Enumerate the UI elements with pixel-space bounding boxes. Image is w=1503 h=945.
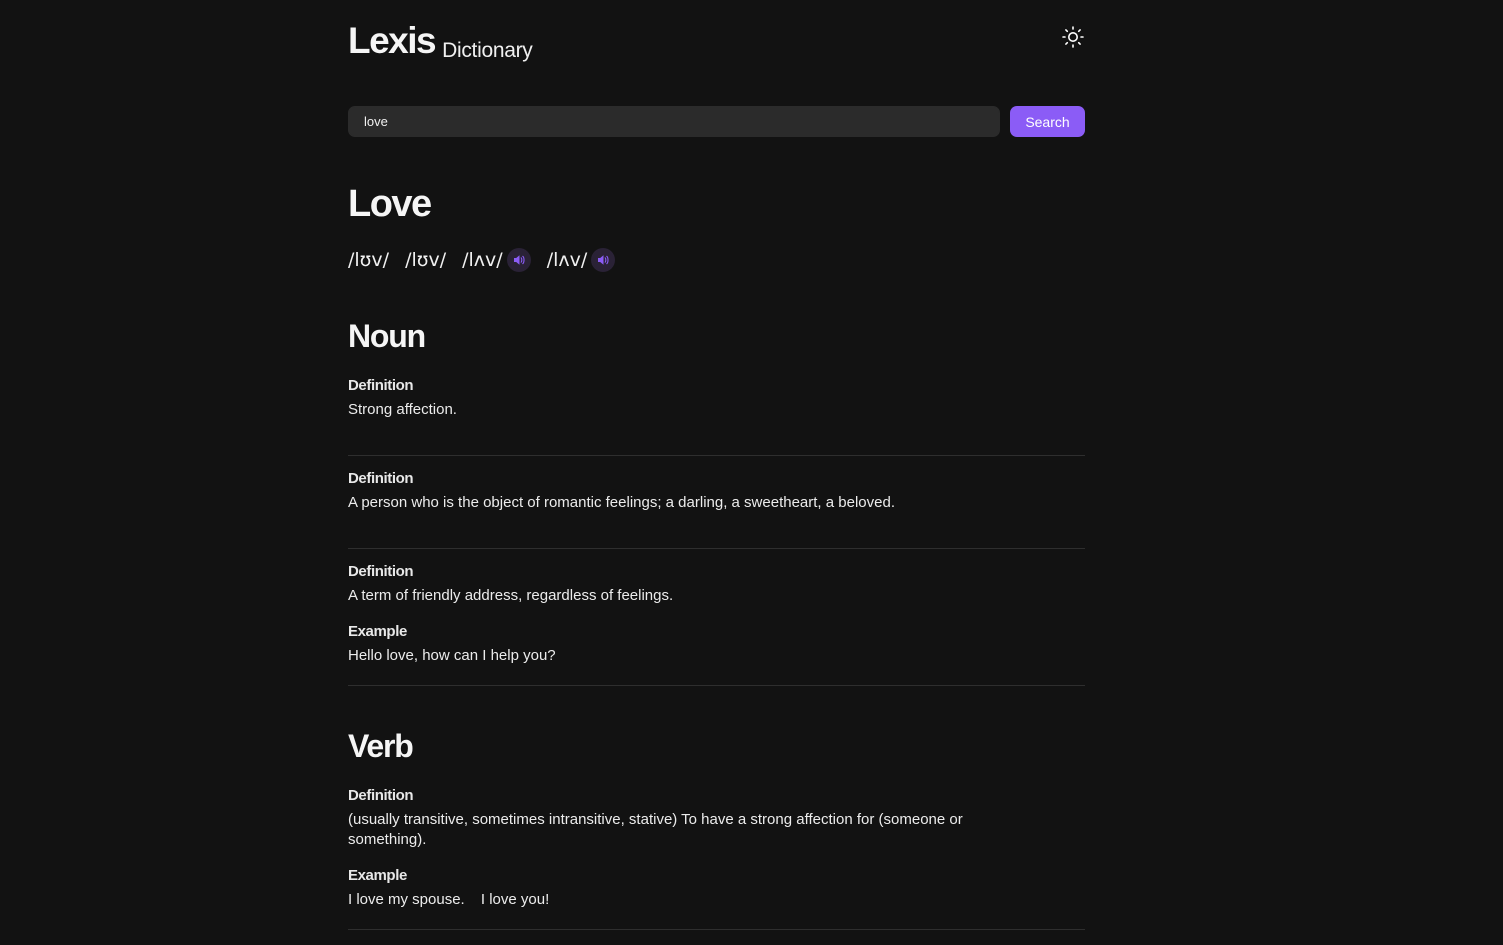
speaker-icon bbox=[598, 255, 609, 265]
speaker-icon bbox=[513, 255, 525, 265]
example-text: I love my spouse. I love you! bbox=[348, 890, 1008, 910]
definition-text: Strong affection. bbox=[348, 401, 457, 418]
play-audio-button[interactable] bbox=[591, 248, 616, 272]
phonetic-text: /lʌv/ bbox=[462, 249, 503, 271]
definition-text: A person who is the object of romantic f… bbox=[348, 494, 895, 511]
example-label: Example bbox=[348, 867, 407, 884]
definition-block: Definition Strong affection. bbox=[348, 376, 1085, 456]
app-subtitle: Dictionary bbox=[442, 39, 533, 62]
example-text: Hello love, how can I help you? bbox=[348, 647, 556, 664]
definition-label: Definition bbox=[348, 563, 414, 580]
phonetic-text: /lʊv/ bbox=[348, 249, 390, 271]
app-title: Lexis bbox=[348, 20, 437, 61]
dictionary-page: Lexis Dictionary Search Love /lʊv/ bbox=[348, 0, 1085, 930]
search-input[interactable] bbox=[348, 106, 1000, 137]
word-title: Love bbox=[348, 183, 432, 225]
part-of-speech-heading: Verb bbox=[348, 728, 414, 764]
definition-label: Definition bbox=[348, 377, 414, 394]
header: Lexis Dictionary bbox=[348, 0, 1085, 100]
part-of-speech-heading: Noun bbox=[348, 318, 426, 354]
definition-block: Definition A term of friendly address, r… bbox=[348, 562, 1085, 686]
definition-text: (usually transitive, sometimes intransit… bbox=[348, 811, 963, 848]
definition-label: Definition bbox=[348, 787, 414, 804]
phonetic-item: /lʊv/ bbox=[348, 249, 389, 271]
phonetics-list: /lʊv/ /lʊv/ /lʌv/ /lʌv/ bbox=[348, 248, 631, 272]
sun-icon bbox=[1062, 26, 1084, 48]
phonetic-item: /lʌv/ bbox=[547, 248, 616, 272]
definition-label: Definition bbox=[348, 470, 414, 487]
example-item: I love you! bbox=[480, 891, 550, 908]
example-label: Example bbox=[348, 623, 407, 640]
search-button[interactable]: Search bbox=[1010, 106, 1085, 137]
phonetic-item: /lʊv/ bbox=[405, 249, 446, 271]
phonetic-text: /lʊv/ bbox=[405, 249, 447, 271]
play-audio-button[interactable] bbox=[506, 248, 531, 272]
phonetic-text: /lʌv/ bbox=[546, 249, 588, 271]
definition-block: Definition (usually transitive, sometime… bbox=[348, 786, 1085, 930]
phonetic-item: /lʌv/ bbox=[462, 248, 531, 272]
brand: Lexis Dictionary bbox=[348, 20, 533, 62]
theme-toggle-button[interactable] bbox=[1061, 25, 1085, 49]
definition-text: A term of friendly address, regardless o… bbox=[348, 587, 674, 604]
example-item: I love my spouse. bbox=[348, 891, 465, 908]
definition-block: Definition A person who is the object of… bbox=[348, 469, 1085, 549]
search-bar: Search bbox=[348, 106, 1085, 137]
